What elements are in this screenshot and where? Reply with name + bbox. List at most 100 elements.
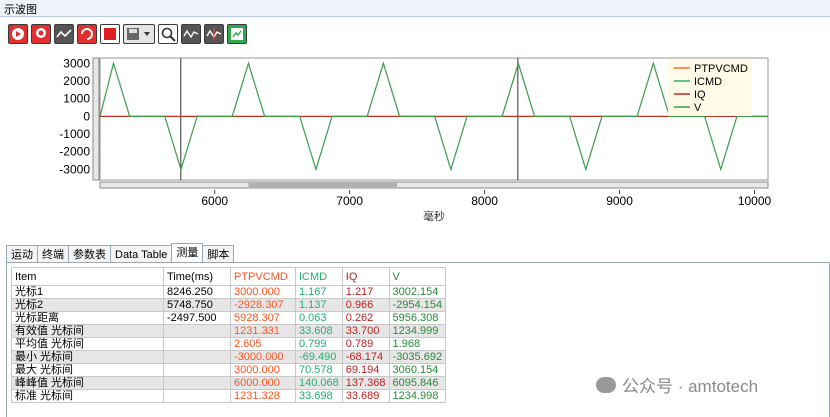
y-tick-label: 2000 bbox=[63, 74, 90, 88]
cell-v: 1234.998 bbox=[388, 389, 447, 403]
cell-time bbox=[163, 363, 231, 377]
col-header-v[interactable]: V bbox=[388, 267, 447, 286]
cell-item: 有效值 光标间 bbox=[11, 324, 164, 338]
toolbar bbox=[8, 24, 247, 46]
x-tick-label: 7000 bbox=[336, 194, 363, 208]
watermark-text: 公众号 · amtotech bbox=[622, 377, 759, 396]
play-button[interactable] bbox=[8, 24, 28, 44]
table-row[interactable]: 有效值 光标间 1231.331 33.608 33.700 1234.999 bbox=[11, 324, 447, 338]
col-header-icmd[interactable]: ICMD bbox=[295, 267, 343, 286]
cell-time bbox=[163, 324, 231, 338]
tab-measure[interactable]: 测量 bbox=[171, 243, 204, 263]
chart-svg[interactable]: 3000200010000-1000-2000-3000 6000 7000 800… bbox=[0, 50, 830, 230]
oscilloscope-chart[interactable]: 3000 2000 1000 0 -1000 -2000 -3000 6000 7000 800… bbox=[0, 50, 830, 230]
cell-item: 峰峰值 光标间 bbox=[11, 376, 164, 390]
cell-icmd: 0.799 bbox=[295, 337, 343, 351]
y-tick-label: -3000 bbox=[59, 162, 90, 176]
cell-ptpvcmd: 2.605 bbox=[230, 337, 296, 351]
table-row[interactable]: 标准 光标间 1231.328 33.698 33.689 1234.998 bbox=[11, 389, 447, 403]
y-tick-label: 0 bbox=[83, 109, 90, 123]
table-row[interactable]: 峰峰值 光标间 6000.000 140.068 137.368 6095.846 bbox=[11, 376, 447, 390]
cell-v: 1234.999 bbox=[388, 324, 447, 338]
window-title: 示波图 bbox=[4, 4, 37, 16]
cell-icmd: 70.578 bbox=[295, 363, 343, 377]
x-axis-label: 毫秒 bbox=[423, 209, 445, 223]
col-header-ptpvcmd[interactable]: PTPVCMD bbox=[230, 267, 296, 286]
cell-ptpvcmd: 3000.000 bbox=[230, 363, 296, 377]
y-tick-label: -1000 bbox=[59, 127, 90, 141]
swirl-button[interactable] bbox=[77, 24, 97, 44]
tab-terminal[interactable]: 终端 bbox=[37, 245, 69, 263]
cell-iq: 137.368 bbox=[341, 376, 390, 390]
cell-icmd: 33.608 bbox=[295, 324, 343, 338]
cell-ptpvcmd: -3000.000 bbox=[230, 350, 296, 364]
tab-motion[interactable]: 运动 bbox=[6, 245, 38, 263]
table-row[interactable]: 平均值 光标间 2.605 0.799 0.789 1.968 bbox=[11, 337, 447, 351]
tab-parameters[interactable]: 参数表 bbox=[68, 245, 111, 263]
bottom-tabs: 运动 终端 参数表 Data Table 测量 脚本 bbox=[6, 243, 235, 263]
zoom-button[interactable] bbox=[158, 24, 178, 44]
x-tick-label: 6000 bbox=[201, 194, 228, 208]
table-row[interactable]: 最大 光标间 3000.000 70.578 69.194 3060.154 bbox=[11, 363, 447, 377]
x-tick-label: 9000 bbox=[606, 194, 633, 208]
col-header-item[interactable]: Item bbox=[11, 267, 164, 286]
wechat-icon bbox=[596, 376, 616, 393]
cell-item: 最小 光标间 bbox=[11, 350, 164, 364]
cell-ptpvcmd: 3000.000 bbox=[230, 285, 296, 299]
cell-item: 光标距离 bbox=[11, 311, 164, 325]
tab-data-table[interactable]: Data Table bbox=[110, 245, 173, 263]
cell-ptpvcmd: -2928.307 bbox=[230, 298, 296, 312]
record-icon bbox=[36, 28, 46, 38]
cell-v: -2954.154 bbox=[388, 298, 447, 312]
cell-ptpvcmd: 6000.000 bbox=[230, 376, 296, 390]
cell-item: 平均值 光标间 bbox=[11, 337, 164, 351]
play-icon bbox=[12, 28, 24, 40]
cell-icmd: 1.167 bbox=[295, 285, 343, 299]
cell-v: 6095.846 bbox=[388, 376, 447, 390]
cell-ptpvcmd: 1231.328 bbox=[230, 389, 296, 403]
table-row[interactable]: 光标距离 -2497.500 5928.307 0.063 0.262 5956.308 bbox=[11, 311, 447, 325]
cell-v: 3060.154 bbox=[388, 363, 447, 377]
cell-item: 光标1 bbox=[11, 285, 164, 299]
cell-time bbox=[163, 389, 231, 403]
plot-area[interactable] bbox=[99, 57, 769, 181]
table-row[interactable]: 光标2 5748.750 -2928.307 1.137 0.966 -2954.154 bbox=[11, 298, 447, 312]
y-tick-label: 1000 bbox=[63, 92, 90, 106]
cell-item: 最大 光标间 bbox=[11, 363, 164, 377]
record-button[interactable] bbox=[31, 24, 51, 44]
cursor-wave-button[interactable] bbox=[204, 24, 224, 44]
stop-button[interactable] bbox=[100, 24, 120, 44]
cell-icmd: 140.068 bbox=[295, 376, 343, 390]
cell-icmd: 1.137 bbox=[295, 298, 343, 312]
table-row[interactable]: 光标1 8246.250 3000.000 1.167 1.217 3002.154 bbox=[11, 285, 447, 299]
cell-iq: 1.217 bbox=[341, 285, 390, 299]
tab-script[interactable]: 脚本 bbox=[202, 245, 235, 263]
line-icon bbox=[56, 29, 72, 38]
watermark: 公众号 · amtotech bbox=[596, 372, 758, 397]
cell-icmd: -69.490 bbox=[295, 350, 343, 364]
cell-iq: 69.194 bbox=[341, 363, 390, 377]
table-row[interactable]: 最小 光标间 -3000.000 -69.490 -68.174 -3035.692 bbox=[11, 350, 447, 364]
cell-iq: 0.966 bbox=[341, 298, 390, 312]
cell-v: -3035.692 bbox=[388, 350, 447, 364]
x-tick-label: 8000 bbox=[471, 194, 498, 208]
save-dropdown-button[interactable] bbox=[123, 24, 155, 44]
horizontal-scrollbar[interactable] bbox=[99, 181, 769, 189]
cell-v: 5956.308 bbox=[388, 311, 447, 325]
y-tick-label: 3000 bbox=[63, 56, 90, 70]
legend-label: V bbox=[694, 102, 702, 114]
legend-label: PTPVCMD bbox=[694, 63, 748, 75]
cell-item: 光标2 bbox=[11, 298, 164, 312]
export-button[interactable] bbox=[227, 24, 247, 44]
cell-iq: 33.689 bbox=[341, 389, 390, 403]
horizontal-scroll-thumb[interactable] bbox=[248, 183, 397, 187]
stop-icon bbox=[104, 28, 116, 40]
zoom-icon bbox=[161, 27, 176, 42]
wave-button[interactable] bbox=[181, 24, 201, 44]
line-button[interactable] bbox=[54, 24, 74, 44]
col-header-iq[interactable]: IQ bbox=[341, 267, 390, 286]
col-header-time[interactable]: Time(ms) bbox=[163, 267, 231, 286]
legend-label: ICMD bbox=[694, 76, 722, 88]
vertical-scrollbar[interactable] bbox=[92, 57, 100, 181]
cell-icmd: 33.698 bbox=[295, 389, 343, 403]
